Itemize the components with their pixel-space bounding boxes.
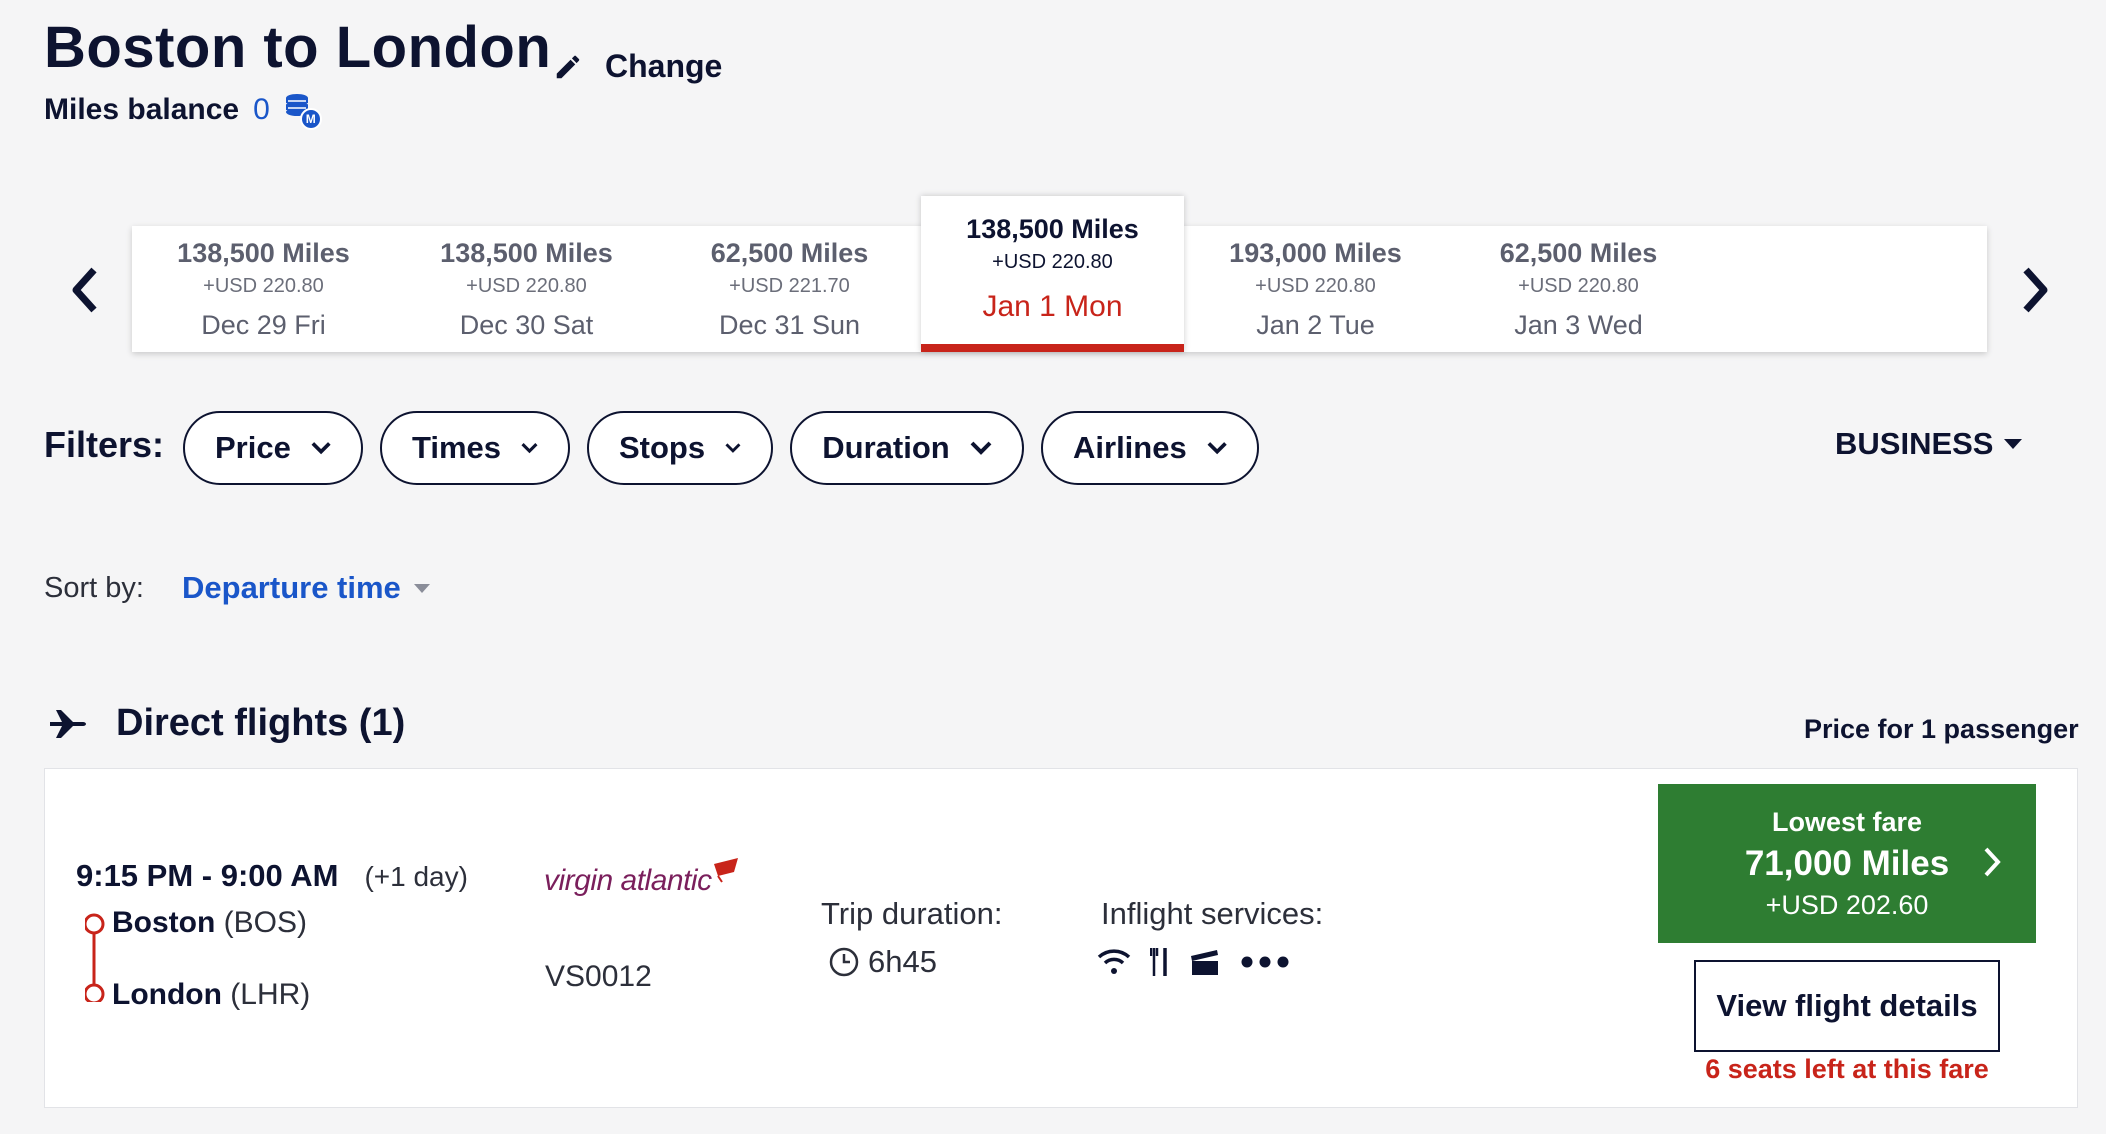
duration-value: 6h45	[868, 944, 937, 979]
filter-times-button[interactable]: Times	[380, 411, 570, 485]
sort-dropdown[interactable]: Departure time	[182, 570, 431, 606]
chevron-left-icon	[72, 267, 97, 313]
destination: London (LHR)	[112, 978, 310, 1012]
entertainment-icon	[1191, 950, 1218, 975]
chevron-down-icon	[521, 443, 538, 454]
filter-label: Price	[215, 430, 291, 465]
miles-icon-letter: M	[299, 108, 322, 130]
fare-miles: 71,000 Miles	[1744, 843, 1950, 883]
date-miles: 62,500 Miles	[710, 238, 869, 268]
date-usd: +USD 220.80	[992, 251, 1113, 273]
route-line-icon	[85, 913, 105, 1002]
date-option-dec-31[interactable]: 62,500 Miles +USD 221.70 Dec 31 Sun	[658, 226, 921, 352]
date-option-jan-3[interactable]: 62,500 Miles +USD 220.80 Jan 3 Wed	[1447, 226, 1710, 352]
date-option-dec-30[interactable]: 138,500 Miles +USD 220.80 Dec 30 Sat	[395, 226, 658, 352]
cabin-class-dropdown[interactable]: BUSINESS	[1835, 426, 2023, 462]
chevron-right-icon	[1984, 847, 2001, 877]
date-usd: +USD 220.80	[1518, 275, 1639, 297]
services-icons	[1096, 946, 1290, 978]
filter-label: Duration	[822, 430, 950, 465]
prev-dates-button[interactable]	[60, 260, 110, 320]
next-dates-button[interactable]	[2010, 260, 2060, 320]
origin-code: (BOS)	[223, 906, 308, 939]
filter-duration-button[interactable]: Duration	[790, 411, 1024, 485]
airline-logo: virgin atlantic	[544, 858, 742, 898]
change-route-button[interactable]: Change	[553, 48, 722, 85]
chevron-down-icon	[1207, 442, 1227, 455]
sort-label: Sort by:	[44, 572, 144, 604]
filter-label: Stops	[619, 430, 706, 465]
date-option-jan-2[interactable]: 193,000 Miles +USD 220.80 Jan 2 Tue	[1184, 226, 1447, 352]
miles-balance-label: Miles balance	[44, 93, 240, 126]
date-day: Dec 31 Sun	[718, 310, 861, 340]
destination-code: (LHR)	[230, 978, 311, 1011]
filter-label: Times	[412, 430, 502, 465]
sort-value: Departure time	[182, 570, 401, 605]
caret-down-icon	[413, 583, 430, 593]
airplane-icon	[50, 709, 86, 738]
caret-down-icon	[2004, 439, 2023, 449]
lowest-fare-button[interactable]: Lowest fare 71,000 Miles +USD 202.60	[1658, 784, 2036, 943]
page-title: Boston to London	[44, 15, 552, 80]
wifi-icon	[1097, 949, 1131, 974]
date-miles: 62,500 Miles	[1499, 238, 1658, 268]
date-usd: +USD 221.70	[729, 275, 850, 297]
duration-label: Trip duration:	[821, 896, 1003, 931]
view-flight-details-button[interactable]: View flight details	[1694, 960, 2000, 1052]
flight-number: VS0012	[545, 960, 652, 993]
flight-times: 9:15 PM - 9:00 AM (+1 day)	[76, 858, 468, 894]
date-day: Dec 29 Fri	[201, 310, 326, 340]
clock-icon	[829, 947, 859, 977]
date-option-jan-1-selected[interactable]: 138,500 Miles +USD 220.80 Jan 1 Mon	[921, 196, 1184, 352]
date-usd: +USD 220.80	[203, 275, 324, 297]
chevron-down-icon	[311, 442, 331, 455]
date-carousel: 138,500 Miles +USD 220.80 Dec 29 Fri 138…	[132, 196, 1987, 352]
airline-name: virgin atlantic	[544, 864, 712, 897]
section-title: Direct flights (1)	[116, 702, 406, 744]
meal-icon	[1150, 948, 1167, 976]
origin-city: Boston	[112, 906, 216, 939]
date-day: Dec 30 Sat	[459, 310, 594, 340]
miles-balance-value: 0	[253, 93, 270, 126]
origin: Boston (BOS)	[112, 906, 307, 940]
change-label: Change	[605, 48, 723, 84]
pencil-icon	[556, 55, 580, 78]
date-option-dec-29[interactable]: 138,500 Miles +USD 220.80 Dec 29 Fri	[132, 226, 395, 352]
date-miles: 193,000 Miles	[1229, 238, 1402, 268]
fare-usd: +USD 202.60	[1765, 889, 1929, 920]
date-usd: +USD 220.80	[466, 275, 587, 297]
filter-pills: Price Times Stops Duration Airlines	[183, 411, 1259, 485]
destination-city: London	[112, 978, 222, 1011]
more-icon	[1241, 956, 1289, 968]
duration: 6h45	[828, 944, 937, 980]
virgin-flag-icon	[713, 858, 738, 883]
chevron-down-icon	[725, 443, 741, 453]
fare-label: Lowest fare	[1771, 806, 1923, 837]
date-miles: 138,500 Miles	[966, 214, 1139, 244]
chevron-right-icon	[2023, 267, 2048, 313]
date-day: Jan 3 Wed	[1514, 310, 1643, 340]
day-offset: (+1 day)	[364, 861, 468, 892]
date-usd: +USD 220.80	[1255, 275, 1376, 297]
date-miles: 138,500 Miles	[177, 238, 350, 268]
cabin-class-value: BUSINESS	[1835, 426, 1994, 461]
section-header: Direct flights (1)	[48, 702, 405, 745]
date-day: Jan 1 Mon	[982, 290, 1123, 323]
price-note: Price for 1 passenger	[1804, 714, 2079, 744]
miles-balance: Miles balance 0 M	[44, 92, 322, 130]
services-label: Inflight services:	[1101, 896, 1324, 931]
date-day: Jan 2 Tue	[1256, 310, 1375, 340]
filter-label: Airlines	[1073, 430, 1187, 465]
date-miles: 138,500 Miles	[440, 238, 613, 268]
filter-stops-button[interactable]: Stops	[587, 411, 773, 485]
departure-arrival-times: 9:15 PM - 9:00 AM	[76, 858, 339, 893]
filter-price-button[interactable]: Price	[183, 411, 363, 485]
filters-label: Filters:	[44, 424, 165, 465]
filter-airlines-button[interactable]: Airlines	[1041, 411, 1259, 485]
miles-coin-icon: M	[284, 92, 322, 130]
chevron-down-icon	[970, 441, 992, 455]
seats-left-notice: 6 seats left at this fare	[1705, 1054, 1989, 1084]
